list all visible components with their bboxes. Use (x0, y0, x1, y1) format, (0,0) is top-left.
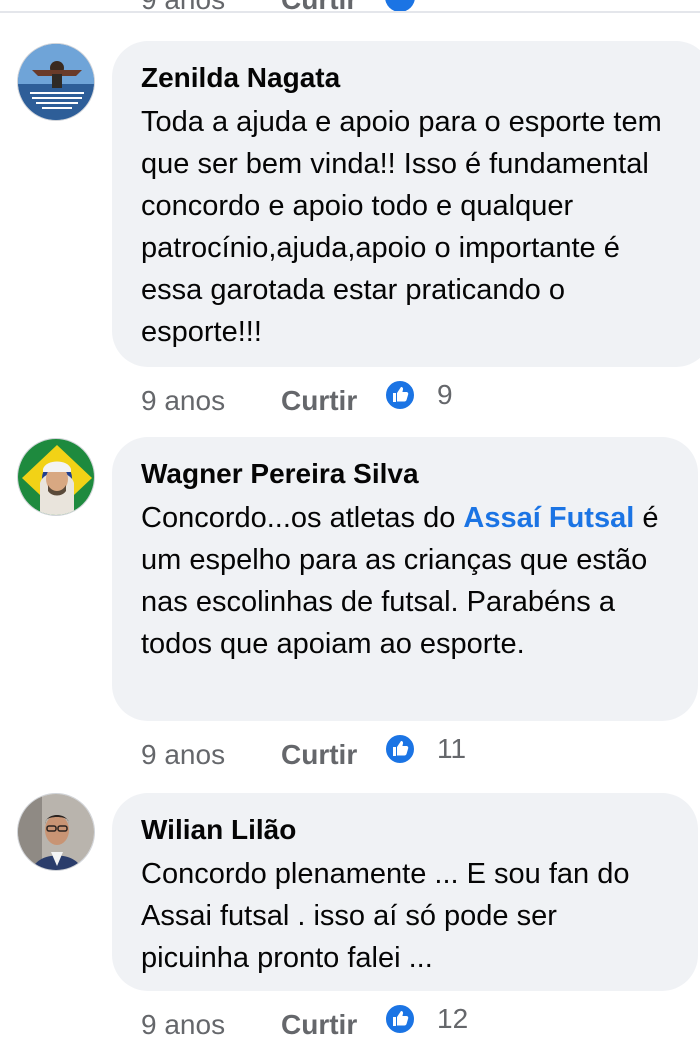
comment-author[interactable]: Wilian Lilão (141, 813, 668, 847)
comment-text-start: Concordo...os atletas do (141, 502, 464, 534)
avatar-image (18, 44, 94, 120)
like-button[interactable]: Curtir (281, 385, 357, 417)
like-button[interactable]: Curtir (281, 739, 357, 771)
comment-bubble: Zenilda Nagata Toda a ajuda e apoio para… (112, 41, 700, 367)
avatar-image (18, 794, 94, 870)
comment-meta: 9 anos Curtir 12 (141, 1003, 681, 1047)
page-mention-link[interactable]: Assaí Futsal (463, 502, 634, 534)
avatar[interactable] (17, 793, 95, 871)
avatar-image (18, 439, 94, 515)
comment-meta: 9 anos Curtir 9 (141, 379, 681, 423)
like-icon[interactable] (384, 379, 416, 411)
comment-time[interactable]: 9 anos (141, 1009, 225, 1041)
like-button[interactable]: Curtir (281, 1009, 357, 1041)
comment-text: Toda a ajuda e apoio para o esporte tem … (141, 106, 662, 348)
comment-bubble: Wagner Pereira Silva Concordo...os atlet… (112, 437, 698, 721)
reaction-count[interactable]: 12 (437, 1003, 468, 1035)
comment-bubble: Wilian Lilão Concordo plenamente ... E s… (112, 793, 698, 991)
reaction-count[interactable]: 9 (437, 379, 453, 411)
comment-text: Concordo...os atletas do Assaí Futsal é … (141, 497, 668, 665)
comment-text: Concordo plenamente ... E sou fan do Ass… (141, 858, 630, 974)
comment-time[interactable]: 9 anos (141, 385, 225, 417)
reaction-count[interactable]: 11 (437, 733, 466, 765)
like-icon[interactable] (384, 733, 416, 765)
divider (0, 11, 700, 13)
comment-author[interactable]: Wagner Pereira Silva (141, 457, 668, 491)
avatar[interactable] (17, 438, 95, 516)
like-icon[interactable] (384, 1003, 416, 1035)
comment-time[interactable]: 9 anos (141, 739, 225, 771)
avatar[interactable] (17, 43, 95, 121)
comment-meta: 9 anos Curtir 11 (141, 733, 681, 777)
comment-author[interactable]: Zenilda Nagata (141, 61, 682, 95)
